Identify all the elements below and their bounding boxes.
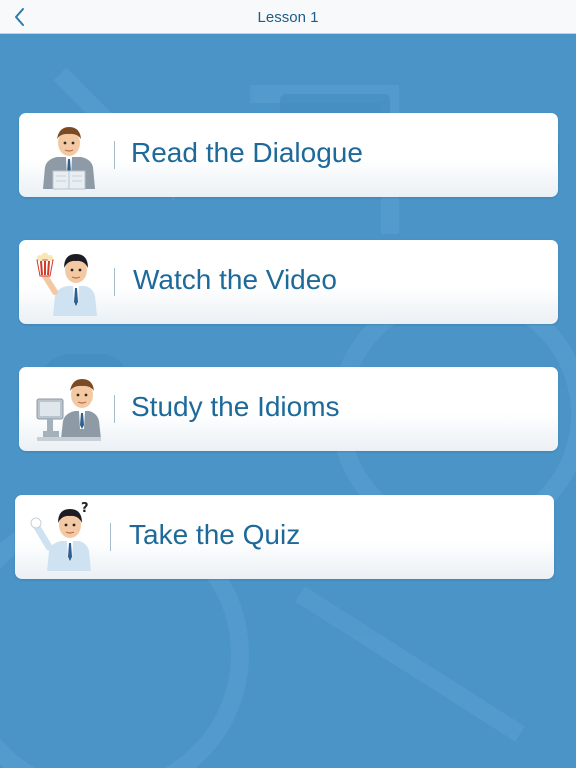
nav-bar: Lesson 1: [0, 0, 576, 34]
watch-video-label: Watch the Video: [133, 264, 337, 295]
read-dialogue-button[interactable]: Read the Dialogue: [19, 113, 558, 197]
study-idioms-button[interactable]: Study the Idioms: [19, 367, 558, 451]
take-quiz-label: Take the Quiz: [129, 519, 301, 550]
man-reading-icon: [43, 127, 95, 190]
man-with-popcorn-icon: [36, 252, 97, 316]
card-divider: [114, 395, 115, 423]
card-divider: [114, 141, 115, 169]
lesson-menu: Read the Dialogue Watch the Video Study …: [0, 34, 576, 768]
card-divider: [114, 268, 115, 296]
card-divider: [110, 523, 111, 551]
svg-text:?: ?: [81, 501, 89, 516]
study-idioms-label: Study the Idioms: [131, 391, 340, 422]
page-title: Lesson 1: [257, 9, 319, 26]
watch-video-button[interactable]: Watch the Video: [19, 240, 558, 324]
man-at-computer-icon: [36, 379, 101, 441]
take-quiz-button[interactable]: ? Take the Quiz: [15, 495, 554, 579]
read-dialogue-label: Read the Dialogue: [131, 137, 363, 168]
man-with-question-icon: ?: [30, 501, 91, 571]
